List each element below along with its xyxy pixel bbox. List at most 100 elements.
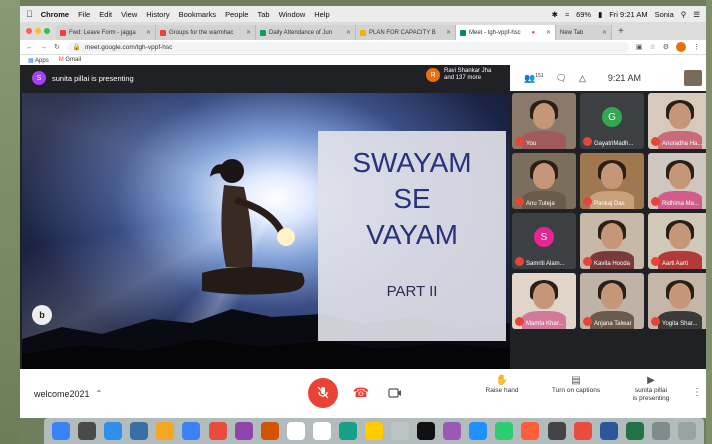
dock-app-icon[interactable]	[599, 422, 618, 440]
menubar-user[interactable]: Sonia	[655, 10, 674, 19]
control-center-icon[interactable]: ☰	[693, 10, 700, 19]
battery-percent[interactable]: 69%	[576, 10, 591, 19]
participant-tile[interactable]: Ridhima Ma...	[648, 153, 706, 209]
menu-history[interactable]: History	[146, 10, 169, 19]
dock-app-icon[interactable]	[469, 422, 488, 440]
menu-bookmarks[interactable]: Bookmarks	[179, 10, 217, 19]
participant-tile[interactable]: Anuradha Ha...	[648, 93, 706, 149]
participant-tile[interactable]: Pankaj Das	[580, 153, 644, 209]
camera-toggle-button[interactable]	[380, 378, 410, 408]
menu-dots-icon[interactable]: ⋮	[693, 43, 700, 51]
menu-people[interactable]: People	[225, 10, 248, 19]
wifi-icon[interactable]: ≈	[565, 10, 569, 19]
forward-arrow-icon[interactable]: →	[40, 44, 47, 51]
apple-icon[interactable]: 	[26, 9, 33, 19]
raise-hand-button[interactable]: ✋ Raise hand	[480, 376, 524, 395]
search-icon[interactable]: ⚲	[681, 10, 687, 19]
back-arrow-icon[interactable]: ←	[26, 44, 33, 51]
dock-app-icon[interactable]	[234, 422, 253, 440]
dock-app-icon[interactable]	[156, 422, 175, 440]
dock-app-icon[interactable]	[78, 422, 97, 440]
close-tab-icon[interactable]: ✕	[602, 29, 607, 36]
tab-plan-capacity[interactable]: PLAN FOR CAPACITY B ✕	[356, 25, 456, 40]
dock-app-icon[interactable]	[677, 422, 696, 440]
dock-app-icon[interactable]	[547, 422, 566, 440]
gmail-icon	[60, 29, 66, 36]
menu-chrome[interactable]: Chrome	[41, 10, 69, 19]
new-tab-plus-icon[interactable]: +	[618, 26, 624, 37]
menu-window[interactable]: Window	[279, 10, 306, 19]
bluetooth-icon[interactable]: ✱	[552, 10, 558, 19]
battery-icon[interactable]: ▮	[598, 10, 602, 19]
dock-app-icon[interactable]	[391, 422, 410, 440]
dock-app-icon[interactable]	[130, 422, 149, 440]
participant-tile[interactable]: Mamta Khar...	[512, 273, 576, 329]
leave-call-button[interactable]: ☎	[346, 378, 376, 408]
dock-app-icon[interactable]	[521, 422, 540, 440]
more-options-icon[interactable]: ⋮	[692, 387, 702, 398]
dock-app-icon[interactable]	[182, 422, 201, 440]
menu-view[interactable]: View	[121, 10, 137, 19]
minimize-window-button[interactable]	[35, 28, 41, 34]
menu-edit[interactable]: Edit	[99, 10, 112, 19]
participant-tile[interactable]: Kavita Hooda	[580, 213, 644, 269]
star-icon[interactable]: ☆	[649, 43, 655, 51]
url-bar[interactable]: 🔒 meet.google.com/tgh-vppf-hsc	[66, 41, 629, 53]
tab-leave-form[interactable]: Fwd: Leave Form - jagga ✕	[56, 25, 156, 40]
extensions-icon[interactable]: ⚙	[663, 43, 669, 51]
chevron-up-icon[interactable]: ⌃	[96, 389, 103, 398]
profile-avatar[interactable]	[676, 42, 686, 52]
participant-tile[interactable]: Anjana Talwar	[580, 273, 644, 329]
dock-app-icon[interactable]	[286, 422, 305, 440]
meeting-details-button[interactable]: welcome2021	[34, 389, 90, 399]
participant-tile[interactable]: Yogita Shar...	[648, 273, 706, 329]
dock-app-icon[interactable]	[573, 422, 592, 440]
dock-app-icon[interactable]	[312, 422, 331, 440]
presenting-status-button[interactable]: ▶ sunita pillai is presenting	[624, 376, 678, 403]
captions-button[interactable]: ▤ Turn on captions	[546, 376, 606, 395]
bookmark-gmail[interactable]: M Gmail	[59, 57, 81, 63]
tab-label: Fwd: Leave Form - jagga	[69, 29, 136, 36]
dock-app-icon[interactable]	[417, 422, 436, 440]
tab-groups[interactable]: Groups for the warmhac ✕	[156, 25, 256, 40]
close-tab-icon[interactable]: ✕	[446, 29, 451, 36]
dock-app-icon[interactable]	[208, 422, 227, 440]
participant-tile[interactable]: Aarti Aarti	[648, 213, 706, 269]
dock-app-icon[interactable]	[443, 422, 462, 440]
dock-app-icon[interactable]	[364, 422, 383, 440]
participant-avatar: R	[426, 68, 440, 82]
dock-app-icon[interactable]	[104, 422, 123, 440]
participant-tile[interactable]: Anu Tuteja	[512, 153, 576, 209]
close-window-button[interactable]	[26, 28, 32, 34]
menu-tab[interactable]: Tab	[257, 10, 269, 19]
menubar-clock[interactable]: Fri 9:21 AM	[609, 10, 647, 19]
dock-app-icon[interactable]	[260, 422, 279, 440]
activities-icon[interactable]: △	[579, 73, 586, 84]
tab-meet[interactable]: Meet - tgh-vppf-hsc ● ✕	[456, 25, 556, 40]
close-tab-icon[interactable]: ✕	[146, 29, 151, 36]
menu-help[interactable]: Help	[314, 10, 329, 19]
chat-icon[interactable]: 🗨	[556, 73, 567, 84]
participant-tile[interactable]: You	[512, 93, 576, 149]
zoom-window-button[interactable]	[44, 28, 50, 34]
camera-indicator-icon[interactable]: ▣	[636, 43, 643, 51]
close-tab-icon[interactable]: ✕	[546, 29, 551, 36]
close-tab-icon[interactable]: ✕	[346, 29, 351, 36]
reload-icon[interactable]: ↻	[54, 43, 60, 51]
dock-app-icon[interactable]	[52, 422, 71, 440]
dock-app-icon[interactable]	[625, 422, 644, 440]
self-view-thumbnail[interactable]	[684, 70, 702, 86]
tab-daily-attendance[interactable]: Daily Attendance of Jun ✕	[256, 25, 356, 40]
participant-tile[interactable]: S Samriti Alam...	[512, 213, 576, 269]
participants-button[interactable]: 👥151	[524, 73, 544, 84]
tab-label: PLAN FOR CAPACITY B	[369, 29, 436, 36]
dock-app-icon[interactable]	[651, 422, 670, 440]
participant-tile[interactable]: G GayatriMadh...	[580, 93, 644, 149]
menu-file[interactable]: File	[78, 10, 90, 19]
dock-app-icon[interactable]	[495, 422, 514, 440]
bookmark-apps[interactable]: ▦ Apps	[28, 57, 49, 64]
close-tab-icon[interactable]: ✕	[246, 29, 251, 36]
dock-app-icon[interactable]	[338, 422, 357, 440]
mic-toggle-button[interactable]	[308, 378, 338, 408]
tab-new-tab[interactable]: New Tab ✕	[556, 25, 612, 40]
